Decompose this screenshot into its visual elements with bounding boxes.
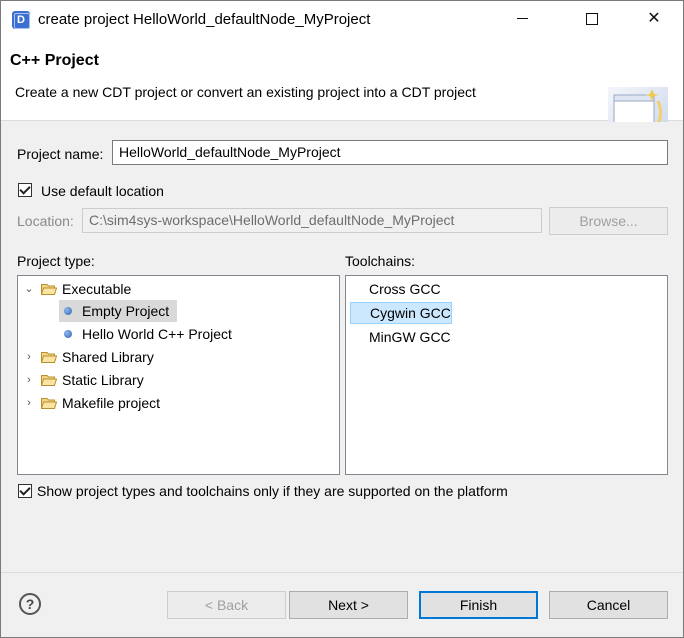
dialog-window: D create project HelloWorld_defaultNode_… xyxy=(0,0,684,638)
minimize-icon xyxy=(516,18,528,20)
project-name-input[interactable]: HelloWorld_defaultNode_MyProject xyxy=(112,140,668,165)
close-icon: ✕ xyxy=(647,10,661,27)
tree-item-label: Shared Library xyxy=(62,349,154,365)
help-icon[interactable]: ? xyxy=(19,593,41,615)
chevron-right-icon[interactable]: › xyxy=(22,346,36,368)
tree-item-label: Executable xyxy=(62,281,132,297)
project-name-label: Project name: xyxy=(17,146,104,162)
tree-item-shared-library[interactable]: › Shared Library xyxy=(18,346,339,368)
tree-item-executable[interactable]: ⌄ Executable xyxy=(18,278,339,300)
toolchains-label: Toolchains: xyxy=(345,253,416,269)
toolchains-list[interactable]: Cross GCC Cygwin GCC MinGW GCC xyxy=(345,275,668,475)
maximize-button[interactable] xyxy=(569,1,615,39)
folder-open-icon xyxy=(41,352,57,363)
use-default-location-label: Use default location xyxy=(41,183,164,199)
list-item-cygwin-gcc[interactable]: Cygwin GCC xyxy=(350,302,452,324)
tree-item-label: Static Library xyxy=(62,372,144,388)
location-label: Location: xyxy=(17,213,74,229)
list-item-mingw-gcc[interactable]: MinGW GCC xyxy=(350,326,460,348)
tree-item-static-library[interactable]: › Static Library xyxy=(18,369,339,391)
folder-open-icon xyxy=(41,375,57,386)
tree-item-label: Hello World C++ Project xyxy=(82,326,232,342)
project-template-icon xyxy=(64,330,72,338)
project-template-icon xyxy=(64,307,72,315)
list-item-cross-gcc[interactable]: Cross GCC xyxy=(350,278,446,300)
chevron-right-icon[interactable]: › xyxy=(22,392,36,414)
location-input[interactable]: C:\sim4sys-workspace\HelloWorld_defaultN… xyxy=(82,208,542,233)
use-default-location-checkbox[interactable] xyxy=(18,183,32,197)
tree-item-makefile-project[interactable]: › Makefile project xyxy=(18,392,339,414)
tree-item-label: Makefile project xyxy=(62,395,161,411)
tree-item-empty-project[interactable]: Empty Project xyxy=(59,300,177,322)
project-type-label: Project type: xyxy=(17,253,95,269)
show-supported-only-checkbox[interactable] xyxy=(18,484,32,498)
cancel-button[interactable]: Cancel xyxy=(549,591,668,619)
close-button[interactable]: ✕ xyxy=(631,1,677,39)
folder-open-icon xyxy=(41,398,57,409)
page-title: C++ Project xyxy=(10,52,99,69)
app-icon: D xyxy=(12,11,30,29)
title-bar: D create project HelloWorld_defaultNode_… xyxy=(1,1,683,39)
browse-button[interactable]: Browse... xyxy=(549,207,668,235)
next-button[interactable]: Next > xyxy=(289,591,408,619)
page-description: Create a new CDT project or convert an e… xyxy=(15,84,476,100)
maximize-icon xyxy=(586,12,598,25)
back-button[interactable]: < Back xyxy=(167,591,286,619)
show-supported-only-label: Show project types and toolchains only i… xyxy=(37,483,508,499)
wizard-header: C++ Project Create a new CDT project or … xyxy=(1,39,683,143)
footer-divider xyxy=(1,572,683,573)
window-title: create project HelloWorld_defaultNode_My… xyxy=(38,11,371,28)
tree-item-hello-world[interactable]: Hello World C++ Project xyxy=(59,323,279,345)
chevron-right-icon[interactable]: › xyxy=(22,369,36,391)
minimize-button[interactable] xyxy=(499,1,545,39)
finish-button[interactable]: Finish xyxy=(419,591,538,619)
folder-open-icon xyxy=(41,284,57,295)
project-type-tree[interactable]: ⌄ Executable Empty Project Hello World C… xyxy=(17,275,340,475)
chevron-down-icon[interactable]: ⌄ xyxy=(22,278,36,300)
tree-item-label: Empty Project xyxy=(82,303,170,319)
